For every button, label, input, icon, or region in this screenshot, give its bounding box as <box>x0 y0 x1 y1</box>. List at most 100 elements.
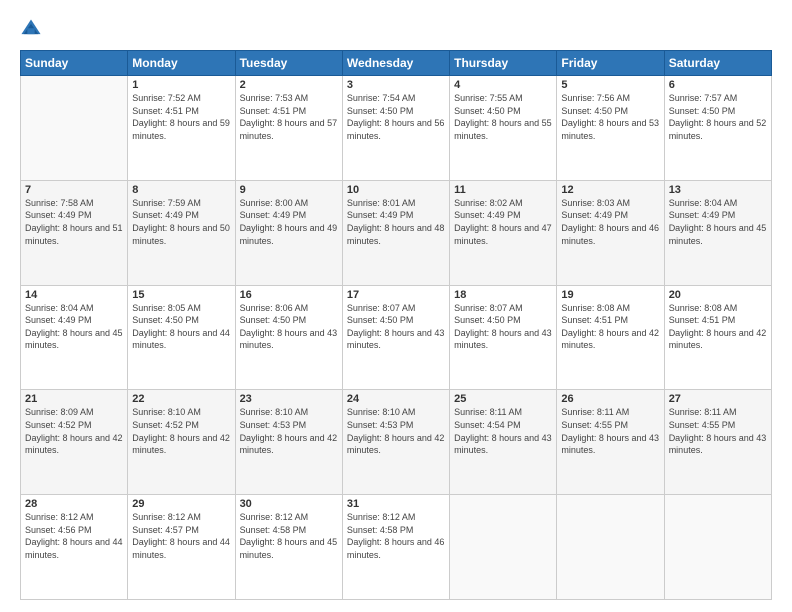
calendar-cell: 18Sunrise: 8:07 AMSunset: 4:50 PMDayligh… <box>450 285 557 390</box>
day-info: Sunrise: 8:08 AMSunset: 4:51 PMDaylight:… <box>561 302 659 352</box>
day-info: Sunrise: 8:05 AMSunset: 4:50 PMDaylight:… <box>132 302 230 352</box>
day-number: 19 <box>561 289 659 301</box>
calendar-week-row: 7Sunrise: 7:58 AMSunset: 4:49 PMDaylight… <box>21 180 772 285</box>
calendar-cell: 10Sunrise: 8:01 AMSunset: 4:49 PMDayligh… <box>342 180 449 285</box>
calendar-cell: 14Sunrise: 8:04 AMSunset: 4:49 PMDayligh… <box>21 285 128 390</box>
calendar-cell <box>557 495 664 600</box>
day-info: Sunrise: 7:56 AMSunset: 4:50 PMDaylight:… <box>561 92 659 142</box>
day-number: 7 <box>25 184 123 196</box>
day-info: Sunrise: 7:54 AMSunset: 4:50 PMDaylight:… <box>347 92 445 142</box>
calendar-cell: 6Sunrise: 7:57 AMSunset: 4:50 PMDaylight… <box>664 76 771 181</box>
day-number: 16 <box>240 289 338 301</box>
calendar-header-friday: Friday <box>557 51 664 76</box>
calendar-cell: 3Sunrise: 7:54 AMSunset: 4:50 PMDaylight… <box>342 76 449 181</box>
day-number: 27 <box>669 393 767 405</box>
day-info: Sunrise: 8:06 AMSunset: 4:50 PMDaylight:… <box>240 302 338 352</box>
calendar-header-sunday: Sunday <box>21 51 128 76</box>
day-info: Sunrise: 8:01 AMSunset: 4:49 PMDaylight:… <box>347 197 445 247</box>
day-info: Sunrise: 8:04 AMSunset: 4:49 PMDaylight:… <box>669 197 767 247</box>
calendar-cell: 16Sunrise: 8:06 AMSunset: 4:50 PMDayligh… <box>235 285 342 390</box>
day-info: Sunrise: 8:08 AMSunset: 4:51 PMDaylight:… <box>669 302 767 352</box>
calendar-cell: 9Sunrise: 8:00 AMSunset: 4:49 PMDaylight… <box>235 180 342 285</box>
calendar-cell <box>450 495 557 600</box>
day-number: 2 <box>240 79 338 91</box>
day-number: 30 <box>240 498 338 510</box>
calendar-cell: 13Sunrise: 8:04 AMSunset: 4:49 PMDayligh… <box>664 180 771 285</box>
day-info: Sunrise: 8:11 AMSunset: 4:54 PMDaylight:… <box>454 406 552 456</box>
calendar-cell: 19Sunrise: 8:08 AMSunset: 4:51 PMDayligh… <box>557 285 664 390</box>
day-number: 23 <box>240 393 338 405</box>
day-number: 25 <box>454 393 552 405</box>
logo-icon <box>20 18 42 40</box>
calendar-cell: 5Sunrise: 7:56 AMSunset: 4:50 PMDaylight… <box>557 76 664 181</box>
calendar-cell: 17Sunrise: 8:07 AMSunset: 4:50 PMDayligh… <box>342 285 449 390</box>
day-number: 24 <box>347 393 445 405</box>
day-info: Sunrise: 7:53 AMSunset: 4:51 PMDaylight:… <box>240 92 338 142</box>
day-number: 9 <box>240 184 338 196</box>
calendar-cell: 25Sunrise: 8:11 AMSunset: 4:54 PMDayligh… <box>450 390 557 495</box>
calendar-cell: 12Sunrise: 8:03 AMSunset: 4:49 PMDayligh… <box>557 180 664 285</box>
day-number: 1 <box>132 79 230 91</box>
day-info: Sunrise: 8:02 AMSunset: 4:49 PMDaylight:… <box>454 197 552 247</box>
calendar-header-monday: Monday <box>128 51 235 76</box>
day-number: 14 <box>25 289 123 301</box>
day-info: Sunrise: 8:10 AMSunset: 4:53 PMDaylight:… <box>240 406 338 456</box>
day-number: 13 <box>669 184 767 196</box>
day-number: 29 <box>132 498 230 510</box>
calendar-cell: 27Sunrise: 8:11 AMSunset: 4:55 PMDayligh… <box>664 390 771 495</box>
day-number: 26 <box>561 393 659 405</box>
calendar-cell: 23Sunrise: 8:10 AMSunset: 4:53 PMDayligh… <box>235 390 342 495</box>
calendar-header-saturday: Saturday <box>664 51 771 76</box>
day-info: Sunrise: 8:07 AMSunset: 4:50 PMDaylight:… <box>454 302 552 352</box>
day-number: 18 <box>454 289 552 301</box>
day-info: Sunrise: 8:10 AMSunset: 4:52 PMDaylight:… <box>132 406 230 456</box>
day-number: 10 <box>347 184 445 196</box>
calendar-cell: 8Sunrise: 7:59 AMSunset: 4:49 PMDaylight… <box>128 180 235 285</box>
calendar-cell: 28Sunrise: 8:12 AMSunset: 4:56 PMDayligh… <box>21 495 128 600</box>
calendar-cell: 4Sunrise: 7:55 AMSunset: 4:50 PMDaylight… <box>450 76 557 181</box>
calendar-header-thursday: Thursday <box>450 51 557 76</box>
day-number: 15 <box>132 289 230 301</box>
day-number: 6 <box>669 79 767 91</box>
day-number: 11 <box>454 184 552 196</box>
calendar-week-row: 21Sunrise: 8:09 AMSunset: 4:52 PMDayligh… <box>21 390 772 495</box>
day-number: 3 <box>347 79 445 91</box>
calendar-table: SundayMondayTuesdayWednesdayThursdayFrid… <box>20 50 772 600</box>
day-number: 21 <box>25 393 123 405</box>
day-info: Sunrise: 8:11 AMSunset: 4:55 PMDaylight:… <box>561 406 659 456</box>
calendar-cell: 15Sunrise: 8:05 AMSunset: 4:50 PMDayligh… <box>128 285 235 390</box>
calendar-cell: 31Sunrise: 8:12 AMSunset: 4:58 PMDayligh… <box>342 495 449 600</box>
calendar-cell: 21Sunrise: 8:09 AMSunset: 4:52 PMDayligh… <box>21 390 128 495</box>
calendar-header-tuesday: Tuesday <box>235 51 342 76</box>
day-info: Sunrise: 8:04 AMSunset: 4:49 PMDaylight:… <box>25 302 123 352</box>
day-info: Sunrise: 7:59 AMSunset: 4:49 PMDaylight:… <box>132 197 230 247</box>
day-info: Sunrise: 8:12 AMSunset: 4:56 PMDaylight:… <box>25 511 123 561</box>
calendar-cell: 2Sunrise: 7:53 AMSunset: 4:51 PMDaylight… <box>235 76 342 181</box>
day-number: 20 <box>669 289 767 301</box>
day-info: Sunrise: 8:00 AMSunset: 4:49 PMDaylight:… <box>240 197 338 247</box>
calendar-cell: 22Sunrise: 8:10 AMSunset: 4:52 PMDayligh… <box>128 390 235 495</box>
day-number: 17 <box>347 289 445 301</box>
calendar-cell: 20Sunrise: 8:08 AMSunset: 4:51 PMDayligh… <box>664 285 771 390</box>
calendar-cell: 11Sunrise: 8:02 AMSunset: 4:49 PMDayligh… <box>450 180 557 285</box>
day-info: Sunrise: 7:52 AMSunset: 4:51 PMDaylight:… <box>132 92 230 142</box>
calendar-week-row: 28Sunrise: 8:12 AMSunset: 4:56 PMDayligh… <box>21 495 772 600</box>
calendar-cell <box>664 495 771 600</box>
logo <box>20 18 46 40</box>
day-info: Sunrise: 8:12 AMSunset: 4:57 PMDaylight:… <box>132 511 230 561</box>
page: SundayMondayTuesdayWednesdayThursdayFrid… <box>0 0 792 612</box>
calendar-week-row: 14Sunrise: 8:04 AMSunset: 4:49 PMDayligh… <box>21 285 772 390</box>
day-number: 12 <box>561 184 659 196</box>
day-info: Sunrise: 8:12 AMSunset: 4:58 PMDaylight:… <box>240 511 338 561</box>
calendar-header-wednesday: Wednesday <box>342 51 449 76</box>
day-number: 4 <box>454 79 552 91</box>
calendar-cell: 30Sunrise: 8:12 AMSunset: 4:58 PMDayligh… <box>235 495 342 600</box>
calendar-header-row: SundayMondayTuesdayWednesdayThursdayFrid… <box>21 51 772 76</box>
day-info: Sunrise: 8:11 AMSunset: 4:55 PMDaylight:… <box>669 406 767 456</box>
day-info: Sunrise: 7:57 AMSunset: 4:50 PMDaylight:… <box>669 92 767 142</box>
calendar-week-row: 1Sunrise: 7:52 AMSunset: 4:51 PMDaylight… <box>21 76 772 181</box>
calendar-cell <box>21 76 128 181</box>
calendar-cell: 1Sunrise: 7:52 AMSunset: 4:51 PMDaylight… <box>128 76 235 181</box>
day-number: 8 <box>132 184 230 196</box>
day-info: Sunrise: 7:58 AMSunset: 4:49 PMDaylight:… <box>25 197 123 247</box>
